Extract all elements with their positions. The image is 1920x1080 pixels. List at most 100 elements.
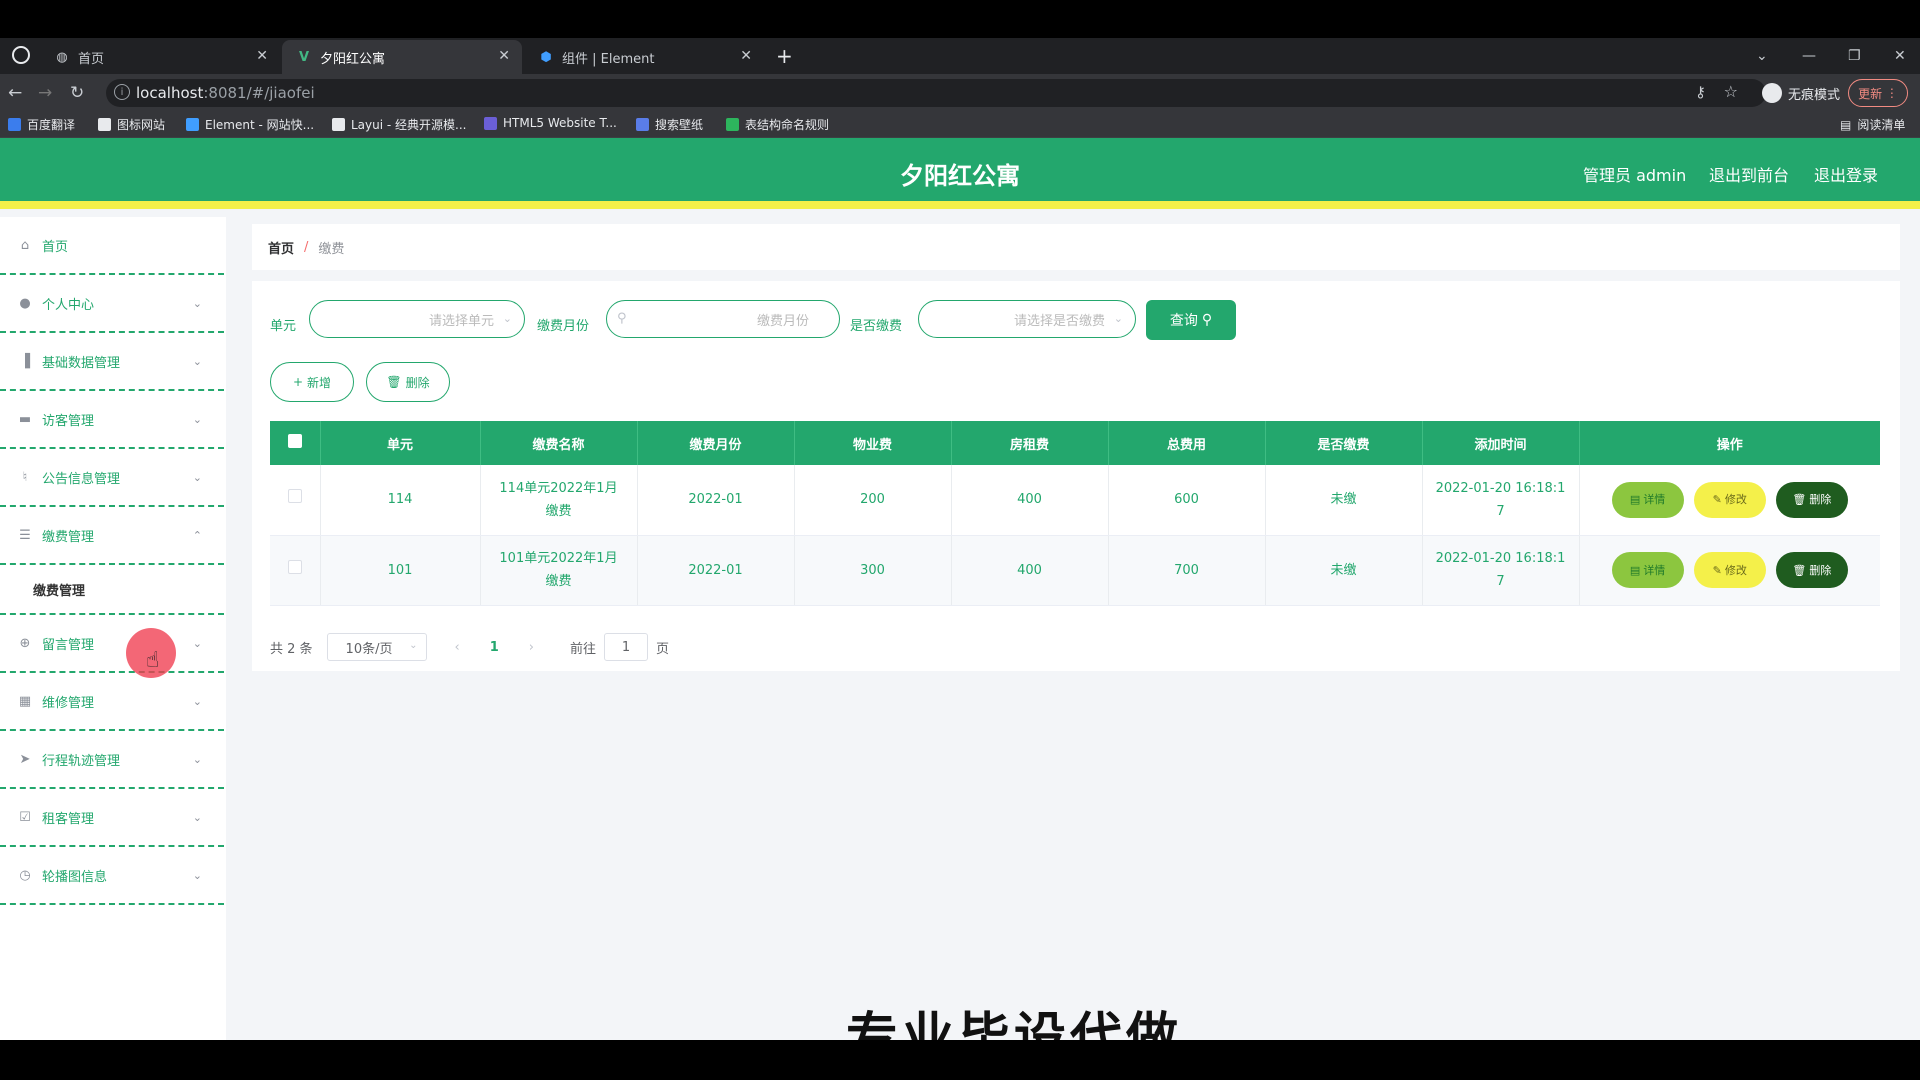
sidebar-item-tenants[interactable]: ☑ 租客管理 ⌄	[0, 789, 224, 847]
search-icon: ⚲	[617, 311, 627, 326]
detail-label: 详情	[1643, 563, 1666, 577]
name-line: 缴费	[545, 574, 572, 589]
breadcrumb-current: 缴费	[318, 241, 345, 257]
sidebar-item-repairs[interactable]: ▦ 维修管理 ⌄	[0, 673, 224, 731]
detail-label: 详情	[1643, 493, 1666, 507]
sidebar-item-carousel[interactable]: ◷ 轮播图信息 ⌄	[0, 847, 224, 905]
compass-icon: ⊕	[19, 635, 31, 651]
site-info-icon[interactable]: i	[114, 84, 130, 100]
detail-button[interactable]: ▤ 详情	[1611, 481, 1684, 518]
month-input[interactable]: ⚲ 缴费月份	[606, 300, 840, 338]
tab-home[interactable]: ◍ 首页 ✕	[40, 40, 280, 74]
prev-page-icon[interactable]: ‹	[455, 640, 460, 655]
delete-button[interactable]: 🗑 删除	[1775, 552, 1848, 588]
key-icon[interactable]: ⚷	[1695, 83, 1706, 101]
time-line: 2022-01-20 16:18:1	[1435, 551, 1566, 566]
column-header: 缴费月份	[637, 421, 795, 465]
time-cell: 2022-01-20 16:18:1 7	[1422, 465, 1580, 536]
update-label: 更新	[1858, 86, 1883, 101]
edit-button[interactable]: ✎ 修改	[1693, 552, 1766, 588]
sidebar-subitem-payments[interactable]: 缴费管理	[0, 565, 224, 615]
column-header: 总费用	[1108, 421, 1266, 465]
bookmark-label: HTML5 Website T...	[503, 116, 617, 130]
back-icon[interactable]: ←	[8, 83, 22, 103]
close-icon[interactable]: ✕	[256, 48, 268, 64]
paid-filter-label: 是否缴费	[850, 319, 903, 334]
doc-icon: ▤	[1629, 563, 1641, 577]
edit-button[interactable]: ✎ 修改	[1693, 481, 1766, 518]
address-bar[interactable]: i localhost:8081/#/jiaofei ⚷ ☆	[106, 79, 1766, 107]
column-header: 是否缴费	[1265, 421, 1423, 465]
reading-list[interactable]: ▤ 阅读清单	[1840, 116, 1905, 133]
bookmark-item[interactable]: HTML5 Website T...	[484, 116, 617, 130]
unit-select[interactable]: 请选择单元 ⌄	[309, 300, 525, 338]
bookmark-item[interactable]: 图标网站	[98, 116, 165, 133]
breadcrumb-separator: /	[304, 239, 309, 255]
bookmark-item[interactable]: 百度翻译	[8, 116, 75, 133]
tab-apartment[interactable]: V 夕阳红公寓 ✕	[282, 40, 522, 74]
url-host: localhost	[136, 84, 204, 102]
restore-icon[interactable]: ❐	[1848, 38, 1861, 74]
next-page-icon[interactable]: ›	[529, 640, 534, 655]
sidebar-item-trips[interactable]: ➤ 行程轨迹管理 ⌄	[0, 731, 224, 789]
new-tab-icon[interactable]: +	[776, 44, 793, 68]
screen: ◍ 首页 ✕ V 夕阳红公寓 ✕ ⬢ 组件 | Element ✕ + ⌄ — …	[0, 0, 1920, 1080]
paid-select-placeholder: 请选择是否缴费	[1013, 313, 1105, 329]
sheet-icon	[726, 118, 739, 131]
row-checkbox[interactable]	[287, 559, 302, 574]
delete-button[interactable]: 🗑 删除	[1775, 481, 1848, 518]
sidebar-item-notices[interactable]: ♮ 公告信息管理 ⌄	[0, 449, 224, 507]
video-caption: 专业毕设代做	[846, 1008, 1183, 1040]
close-icon[interactable]: ✕	[498, 48, 510, 64]
tab-search-icon[interactable]: ⌄	[1756, 38, 1768, 74]
query-button[interactable]: 查询 ⚲	[1146, 300, 1236, 340]
element-icon: ⬢	[540, 49, 552, 65]
update-button[interactable]: 更新 ⋮	[1848, 79, 1908, 107]
bookmark-item[interactable]: Element - 网站快...	[186, 116, 314, 133]
bookmark-item[interactable]: Layui - 经典开源模...	[332, 116, 466, 133]
incognito-indicator[interactable]: 无痕模式	[1761, 79, 1840, 107]
sidebar-item-profile[interactable]: ● 个人中心 ⌄	[0, 275, 224, 333]
paid-select[interactable]: 请选择是否缴费 ⌄	[918, 300, 1136, 338]
batch-delete-button[interactable]: 🗑 删除	[366, 362, 450, 402]
chevron-down-icon: ⌄	[1113, 312, 1123, 325]
exit-to-front-link[interactable]: 退出到前台	[1709, 162, 1789, 186]
sidebar-item-basic-data[interactable]: ▐ 基础数据管理 ⌄	[0, 333, 224, 391]
logout-link[interactable]: 退出登录	[1814, 162, 1878, 186]
name-cell: 114单元2022年1月 缴费	[480, 465, 638, 536]
row-checkbox[interactable]	[287, 489, 302, 504]
breadcrumb-home[interactable]: 首页	[268, 238, 294, 257]
minimize-icon[interactable]: —	[1802, 38, 1816, 74]
select-all-checkbox[interactable]	[287, 434, 302, 448]
add-button[interactable]: + 新增	[270, 362, 354, 402]
sidebar-item-visitors[interactable]: ▬ 访客管理 ⌄	[0, 391, 224, 449]
sidebar-item-payments[interactable]: ☰ 缴费管理 ⌃	[0, 507, 224, 565]
property-fee-cell: 200	[794, 465, 952, 536]
detail-button[interactable]: ▤ 详情	[1611, 552, 1684, 588]
reload-icon[interactable]: ↻	[70, 83, 84, 103]
star-icon[interactable]: ☆	[1724, 82, 1738, 101]
page-number[interactable]: 1	[490, 640, 499, 655]
add-label: 新增	[307, 375, 332, 390]
tab-element[interactable]: ⬢ 组件 | Element ✕	[524, 40, 764, 74]
goto-page-input[interactable]: 1	[604, 633, 649, 661]
sidebar-item-label: 公告信息管理	[42, 471, 121, 487]
browser-menu-icon[interactable]	[12, 46, 30, 64]
sidebar-item-home[interactable]: ⌂ 首页	[0, 217, 224, 275]
payment-table: 单元 缴费名称 缴费月份 物业费 房租费 总费用 是否缴费 添加时间 操作 11…	[270, 421, 1880, 606]
chevron-down-icon: ⌄	[192, 471, 202, 484]
flag-icon	[98, 118, 111, 131]
window-close-icon[interactable]: ✕	[1894, 38, 1906, 74]
forward-icon[interactable]: →	[38, 83, 52, 103]
bookmark-item[interactable]: 表结构命名规则	[726, 116, 829, 133]
column-header: 缴费名称	[480, 421, 638, 465]
goto-label: 前往	[570, 641, 597, 657]
bookmark-label: Element - 网站快...	[205, 118, 315, 132]
close-icon[interactable]: ✕	[740, 48, 752, 64]
page-size-select[interactable]: 10条/页 ⌄	[326, 633, 427, 661]
vue-icon: V	[298, 49, 310, 65]
query-label: 查询	[1169, 313, 1198, 329]
bookmark-item[interactable]: 搜索壁纸	[636, 116, 703, 133]
pencil-icon: ✎	[1712, 493, 1722, 507]
sidebar-item-messages[interactable]: ⊕ 留言管理 ⌄	[0, 615, 224, 673]
